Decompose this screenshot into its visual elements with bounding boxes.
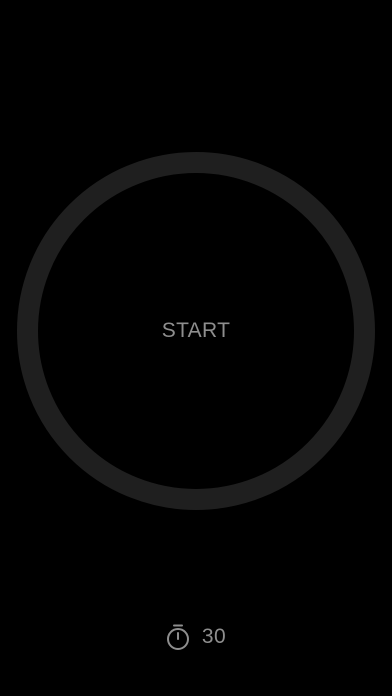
timer-duration-control[interactable]: 30 <box>0 620 392 654</box>
start-button[interactable]: START <box>17 152 375 510</box>
start-label: START <box>161 319 231 342</box>
stopwatch-icon <box>166 624 189 650</box>
app-screen: START 30 <box>0 0 392 696</box>
timer-duration-value: 30 <box>201 625 227 648</box>
